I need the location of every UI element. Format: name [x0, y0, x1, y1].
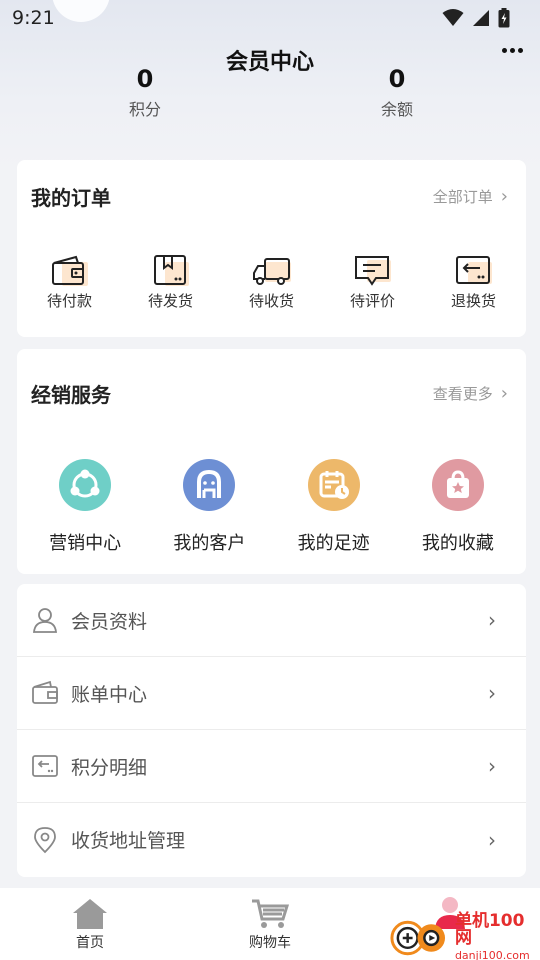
home-icon [73, 899, 107, 929]
signal-icon [473, 10, 489, 26]
tab-home[interactable]: 首页 [0, 888, 180, 960]
wallet-icon [51, 255, 88, 286]
return-icon [455, 256, 492, 284]
wallet-icon [31, 679, 59, 707]
watermark-logo: 单机100网 danji100.com [388, 911, 540, 960]
status-bar: 9:21 [0, 0, 540, 36]
chevron-right-icon: › [488, 754, 496, 778]
all-orders-link[interactable]: 全部订单 › [433, 186, 508, 207]
balance-value: 0 [388, 65, 406, 93]
tab-cart[interactable]: 购物车 [180, 888, 360, 960]
marketing-center[interactable]: 营销中心 [30, 459, 140, 555]
chevron-right-icon: › [500, 186, 508, 207]
chevron-right-icon: › [500, 383, 508, 404]
points-value: 0 [136, 65, 154, 93]
balance-stat[interactable]: 0 余额 [337, 64, 457, 120]
calendar-clock-icon [307, 459, 360, 511]
order-pending-receipt[interactable]: 待收货 [227, 252, 317, 311]
more-options-button[interactable] [498, 38, 526, 62]
menu-item-billing-center[interactable]: 账单中心 › [17, 657, 526, 730]
points-icon [31, 752, 59, 780]
balance-label: 余额 [380, 100, 413, 119]
location-icon [31, 826, 59, 854]
my-footprints[interactable]: 我的足迹 [279, 459, 389, 555]
watermark-title: 单机100网 [454, 911, 525, 948]
watermark-emblem-icon [390, 920, 446, 956]
chevron-right-icon: › [488, 681, 496, 705]
package-icon [153, 255, 189, 286]
comment-icon [354, 256, 391, 286]
status-time: 9:21 [12, 7, 55, 29]
my-favorites[interactable]: 我的收藏 [403, 459, 513, 555]
chevron-right-icon: › [488, 827, 496, 852]
services-title: 经销服务 [31, 383, 111, 407]
share-icon [59, 459, 112, 511]
chevron-right-icon: › [488, 608, 496, 632]
points-label: 积分 [128, 100, 161, 119]
menu-item-address-management[interactable]: 收货地址管理 › [17, 803, 526, 876]
menu-item-points-detail[interactable]: 积分明细 › [17, 730, 526, 803]
points-stat[interactable]: 0 积分 [85, 64, 205, 120]
page-title: 会员中心 [225, 50, 314, 75]
user-icon [31, 606, 59, 634]
truck-icon [252, 258, 291, 285]
orders-card: 我的订单 全部订单 › 待付款 待发货 待收货 待评价 退换货 [17, 160, 526, 337]
order-pending-payment[interactable]: 待付款 [25, 252, 115, 311]
orders-title: 我的订单 [31, 186, 111, 210]
favorite-bag-icon [431, 459, 484, 511]
menu-item-member-profile[interactable]: 会员资料 › [17, 584, 526, 657]
services-card: 经销服务 查看更多 › 营销中心 我的客户 我的足迹 我的收藏 [17, 349, 526, 574]
order-pending-shipment[interactable]: 待发货 [126, 252, 216, 311]
battery-icon [498, 8, 510, 28]
order-pending-review[interactable]: 待评价 [328, 252, 418, 311]
cart-icon [252, 899, 289, 928]
order-returns[interactable]: 退换货 [429, 252, 519, 311]
customer-icon [183, 459, 236, 511]
view-more-link[interactable]: 查看更多 › [433, 383, 508, 404]
my-customers[interactable]: 我的客户 [154, 459, 264, 555]
wifi-icon [442, 9, 464, 26]
menu-card: 会员资料 › 账单中心 › 积分明细 › 收货地址管理 › [17, 584, 526, 877]
watermark-url: danji100.com [454, 949, 530, 960]
